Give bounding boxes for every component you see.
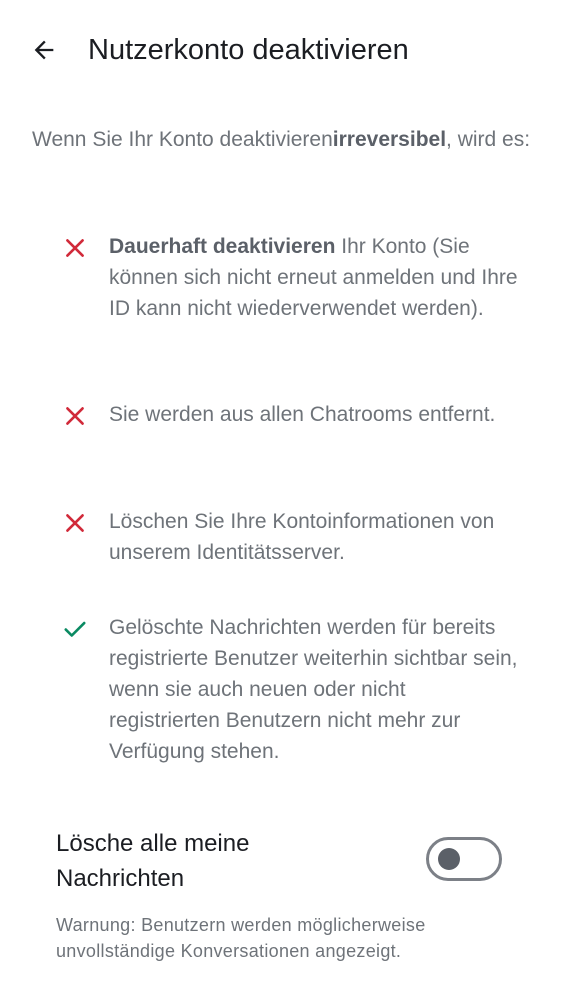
delete-messages-setting[interactable]: Lösche alle meine Nachrichten	[0, 826, 562, 906]
consequence-text: Dauerhaft deaktivieren Ihr Konto (Sie kö…	[109, 231, 519, 324]
close-icon	[66, 239, 84, 257]
check-icon	[64, 621, 86, 637]
top-app-bar: Nutzerkonto deaktivieren	[0, 0, 562, 100]
delete-messages-label: Lösche alle meine Nachrichten	[56, 830, 250, 892]
page-title: Nutzerkonto deaktivieren	[88, 34, 409, 66]
consequence-text: Löschen Sie Ihre Kontoinformationen von …	[109, 510, 495, 564]
close-icon	[66, 514, 84, 532]
intro-text-end: , wird es:	[446, 128, 531, 151]
consequence-text: Gelöschte Nachrichten werden für bereits…	[109, 616, 518, 763]
warning-text: Warnung: Benutzern werden möglicherweise…	[56, 915, 426, 961]
consequence-text: Sie werden aus allen Chatrooms entfernt.	[109, 403, 496, 426]
intro-text-start: Wenn Sie Ihr Konto deaktivieren	[32, 128, 333, 151]
arrow-left-icon	[34, 40, 54, 60]
intro-text-emphasis: irreversibel	[332, 128, 447, 151]
delete-messages-toggle[interactable]	[426, 837, 502, 881]
close-icon	[66, 407, 84, 425]
consequence-emphasis: Dauerhaft deaktivieren	[109, 235, 336, 258]
intro-text: Wenn Sie Ihr Konto deaktivierenirreversi…	[32, 124, 532, 155]
back-button[interactable]	[22, 28, 66, 72]
toggle-thumb	[438, 848, 460, 870]
